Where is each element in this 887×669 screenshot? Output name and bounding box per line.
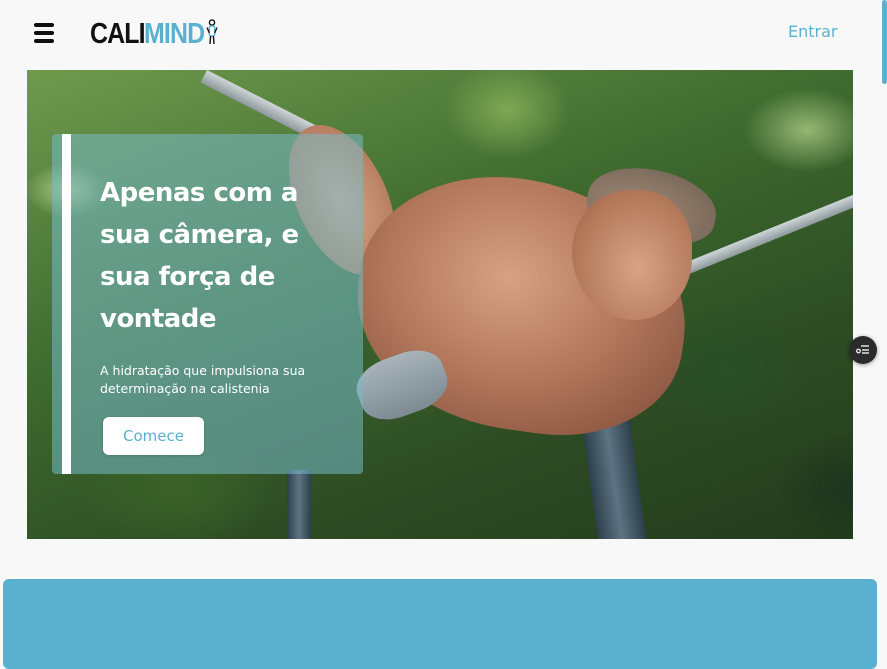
calimind-logo[interactable]: CALI MIND	[90, 18, 218, 50]
hero-subtitle: A hidratação que impulsiona sua determin…	[100, 363, 306, 396]
list-filter-icon[interactable]	[849, 336, 877, 364]
hero-card-accent-stripe	[62, 134, 71, 474]
hamburger-menu-icon[interactable]	[34, 22, 54, 44]
logo-text-mind: MIND	[143, 17, 205, 50]
signin-link[interactable]: Entrar	[788, 22, 837, 41]
logo-text-cali: CALI	[90, 17, 146, 50]
top-navigation-bar: CALI MIND Entrar	[0, 0, 887, 68]
next-section-panel	[3, 579, 877, 669]
hero-title: Apenas com a sua câmera, e sua força de …	[100, 178, 299, 334]
stick-figure-icon	[206, 19, 218, 49]
scrollbar-thumb[interactable]	[882, 0, 887, 84]
start-button[interactable]: Comece	[103, 417, 204, 455]
